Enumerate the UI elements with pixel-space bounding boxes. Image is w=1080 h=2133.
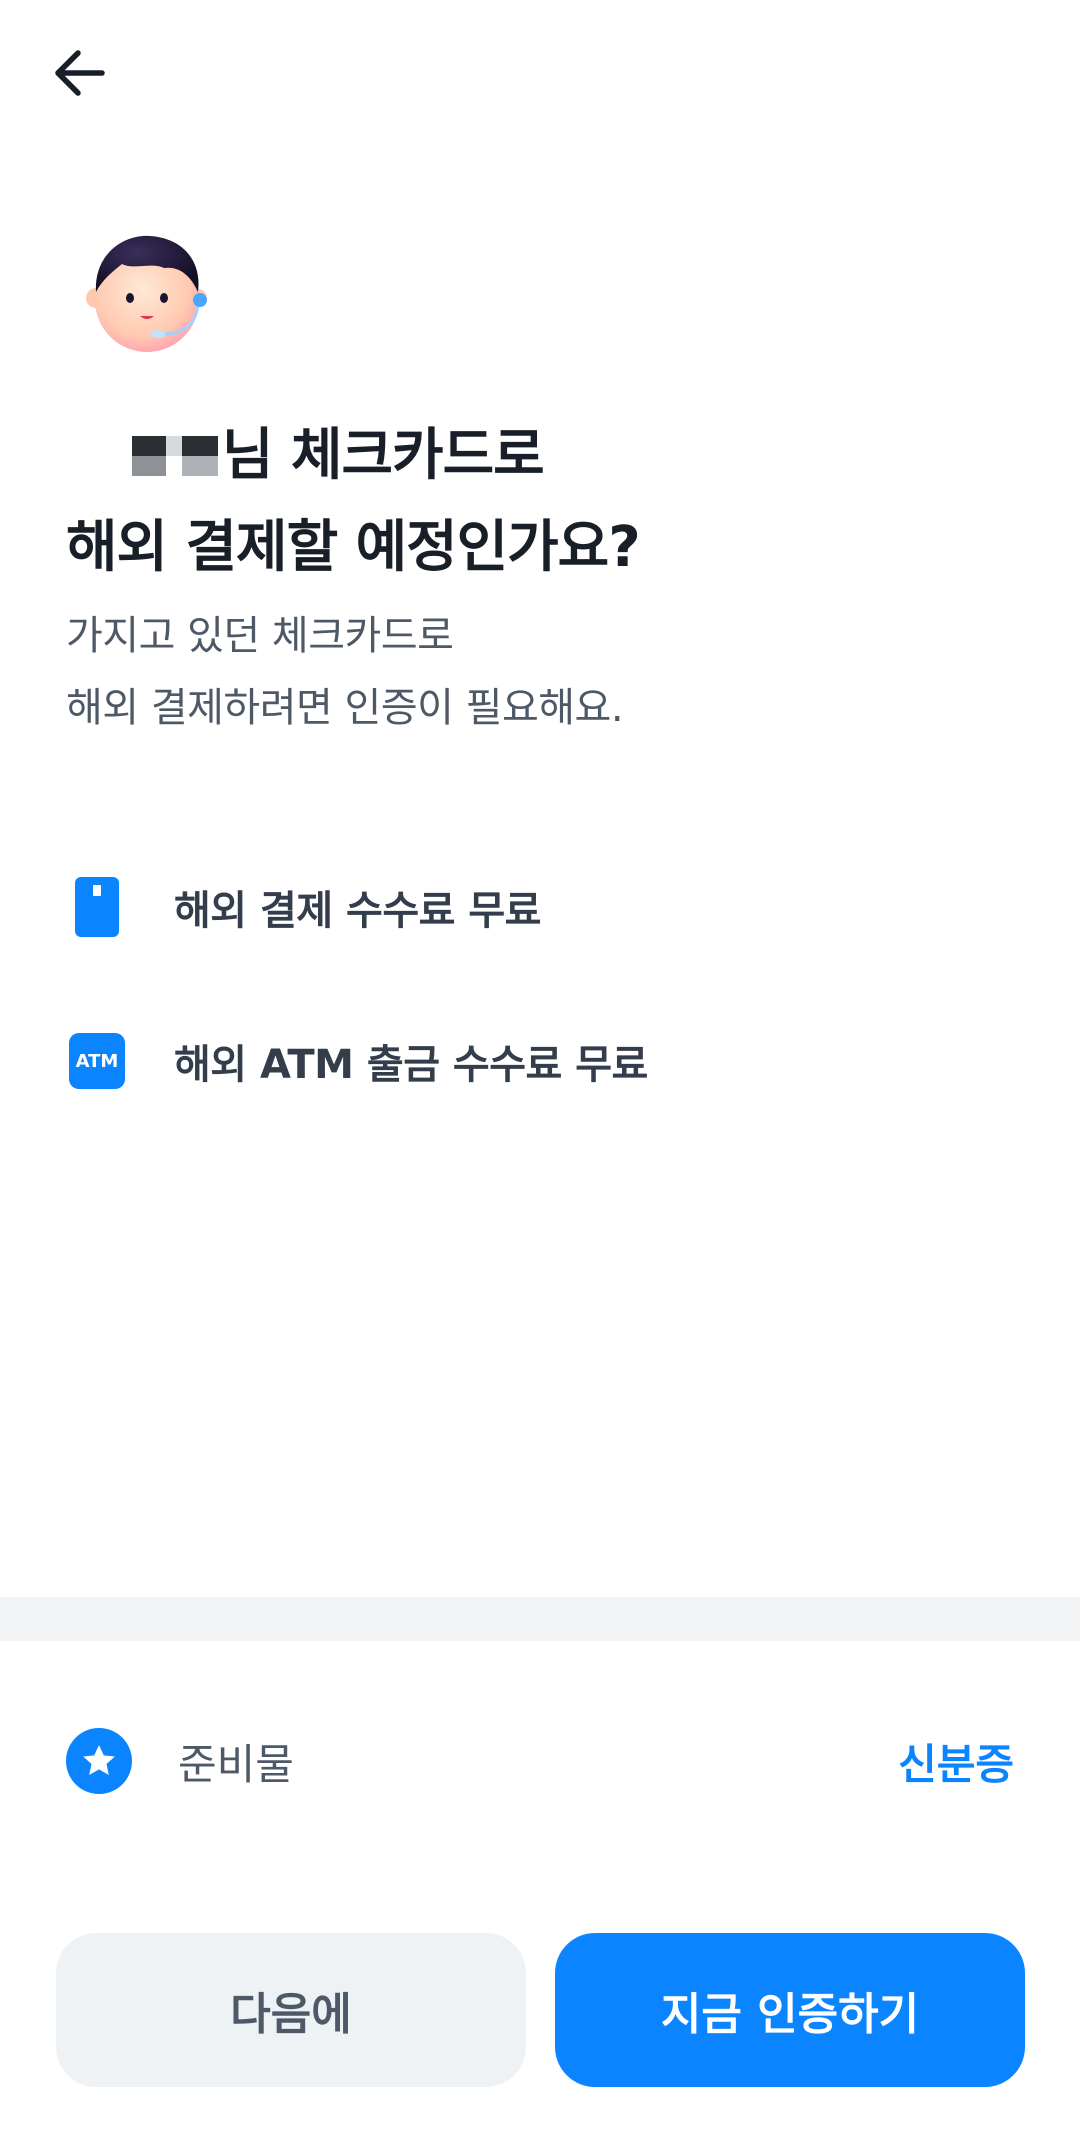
benefit-item-overseas-payment-fee: 해외 결제 수수료 무료 <box>66 872 541 942</box>
card-icon <box>66 876 128 938</box>
back-button[interactable] <box>40 38 120 108</box>
atm-icon-text: ATM <box>69 1033 125 1089</box>
benefit-label: 해외 결제 수수료 무료 <box>174 888 541 934</box>
preparation-value-id-card[interactable]: 신분증 <box>898 1731 1014 1792</box>
title-line-2: 해외 결제할 예정인가요? <box>66 515 641 580</box>
later-button[interactable]: 다음에 <box>56 1933 526 2087</box>
masked-user-name <box>132 436 218 476</box>
subtitle-line-1: 가지고 있던 체크카드로 <box>66 613 454 659</box>
page-title: 님 체크카드로 해외 결제할 예정인가요? <box>66 410 1026 594</box>
preparation-label: 준비물 <box>178 1739 294 1789</box>
benefit-item-atm-fee: ATM 해외 ATM 출금 수수료 무료 <box>66 1026 648 1096</box>
star-icon <box>66 1728 132 1794</box>
title-line-1-text: 님 체크카드로 <box>222 423 545 488</box>
preparation-row: 준비물 신분증 <box>66 1728 1014 1794</box>
page-subtitle: 가지고 있던 체크카드로 해외 결제하려면 인증이 필요해요. <box>66 600 1026 744</box>
title-line-1: 님 체크카드로 <box>66 410 1026 502</box>
arrow-left-icon <box>55 50 105 96</box>
customer-service-agent-avatar <box>86 235 207 352</box>
section-divider <box>0 1597 1080 1641</box>
verify-now-button[interactable]: 지금 인증하기 <box>555 1933 1025 2087</box>
benefit-label: 해외 ATM 출금 수수료 무료 <box>174 1042 648 1088</box>
subtitle-line-2: 해외 결제하려면 인증이 필요해요. <box>66 685 624 731</box>
agent-avatar <box>86 230 216 360</box>
atm-icon: ATM <box>66 1030 128 1092</box>
